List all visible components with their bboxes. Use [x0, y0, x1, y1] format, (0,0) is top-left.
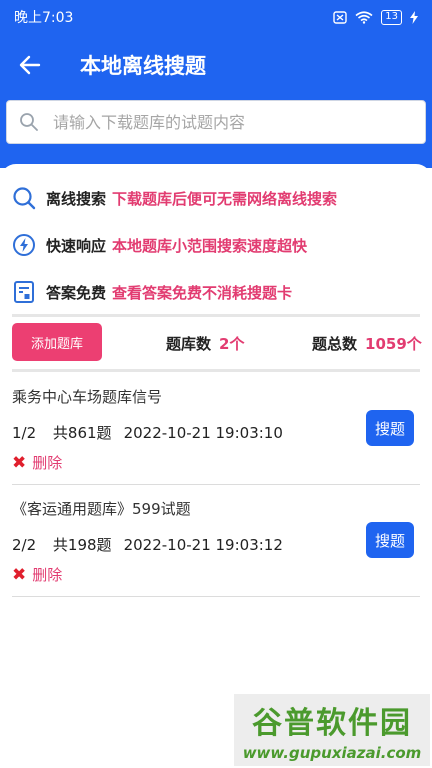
feature-desc: 查看答案免费不消耗搜题卡 — [112, 283, 293, 302]
answer-sheet-icon — [12, 280, 36, 304]
search-icon — [20, 113, 38, 131]
bank-progress: 1/2 共861题 — [12, 424, 112, 442]
bank-count-label: 题库数 — [166, 335, 212, 353]
bank-count: 题库数 2个 — [166, 333, 244, 354]
feature-fast-response: 快速响应 本地题库小范围搜索速度超快 — [12, 233, 307, 257]
bank-progress: 2/2 共198题 — [12, 536, 112, 554]
close-icon: ✖ — [12, 564, 27, 585]
question-total-label: 题总数 — [312, 335, 358, 353]
bank-timestamp: 2022-10-21 19:03:10 — [123, 424, 283, 442]
app-bar: 本地离线搜题 — [0, 40, 432, 90]
feature-desc: 下载题库后便可无需网络离线搜索 — [112, 189, 338, 208]
divider — [12, 596, 420, 597]
feature-name: 答案免费 — [46, 283, 107, 302]
bank-title: 乘务中心车场题库信号 — [12, 388, 163, 406]
delete-label: 删除 — [32, 566, 63, 584]
arrow-left-icon — [19, 55, 41, 75]
feature-offline-search: 离线搜索 下载题库后便可无需网络离线搜索 — [12, 186, 337, 210]
question-total-value: 1059个 — [365, 335, 422, 353]
divider — [12, 369, 420, 372]
divider — [12, 314, 420, 317]
feature-name: 快速响应 — [46, 236, 107, 255]
bank-title: 《客运通用题库》599试题 — [12, 500, 191, 518]
close-icon: ✖ — [12, 452, 27, 473]
status-bar: 晚上7:03 13 — [0, 0, 432, 34]
search-input[interactable] — [53, 101, 425, 143]
wifi-icon — [355, 10, 373, 24]
charging-icon — [410, 10, 418, 24]
feature-desc: 本地题库小范围搜索速度超快 — [112, 236, 308, 255]
search-bar[interactable] — [6, 100, 426, 144]
bank-meta: 1/2 共861题 2022-10-21 19:03:10 — [12, 422, 283, 443]
status-time: 晚上7:03 — [14, 10, 74, 26]
page-title: 本地离线搜题 — [80, 54, 206, 78]
list-item: 《客运通用题库》599试题 2/2 共198题 2022-10-21 19:03:… — [0, 498, 432, 610]
watermark: 谷普软件园 www.gupuxiazai.com — [234, 694, 430, 766]
bank-count-value: 2个 — [219, 335, 245, 353]
content-card: 离线搜索 下载题库后便可无需网络离线搜索 快速响应 本地题库小范围搜索速度超快 … — [0, 164, 432, 768]
feature-free-answers: 答案免费 查看答案免费不消耗搜题卡 — [12, 280, 292, 304]
stats-row: 添加题库 题库数 2个 题总数 1059个 — [0, 323, 432, 363]
bank-question-count: 共198题 — [52, 536, 112, 554]
delete-bank-button[interactable]: ✖ 删除 — [12, 452, 62, 473]
search-bank-button[interactable]: 搜题 — [366, 410, 414, 446]
status-icons: 13 — [333, 9, 418, 25]
list-item: 乘务中心车场题库信号 1/2 共861题 2022-10-21 19:03:10 … — [0, 386, 432, 498]
watermark-url: www.gupuxiazai.com — [242, 744, 422, 762]
delete-bank-button[interactable]: ✖ 删除 — [12, 564, 62, 585]
watermark-logo-text: 谷普软件园 — [252, 706, 412, 741]
sim-off-icon — [333, 10, 347, 24]
delete-label: 删除 — [32, 454, 63, 472]
battery-icon: 13 — [381, 9, 402, 25]
search-icon — [12, 186, 36, 210]
bank-timestamp: 2022-10-21 19:03:12 — [123, 536, 283, 554]
divider — [12, 484, 420, 485]
search-bank-button[interactable]: 搜题 — [366, 522, 414, 558]
feature-name: 离线搜索 — [46, 189, 107, 208]
bank-meta: 2/2 共198题 2022-10-21 19:03:12 — [12, 534, 283, 555]
bank-question-count: 共861题 — [52, 424, 112, 442]
back-button[interactable] — [0, 55, 60, 75]
lightning-icon — [12, 233, 36, 257]
add-bank-button[interactable]: 添加题库 — [12, 323, 102, 361]
question-total: 题总数 1059个 — [312, 333, 422, 354]
